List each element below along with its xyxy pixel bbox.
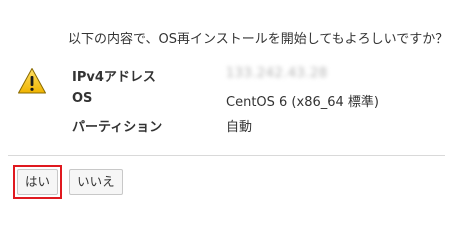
os-value: CentOS 6 (x86_64 標準)	[226, 95, 379, 110]
yes-button[interactable]: はい	[17, 169, 59, 195]
ipv4-value: 133.242.43.28	[226, 66, 328, 81]
detail-row-os: OS CentOS 6 (x86_64 標準)	[72, 91, 432, 116]
button-bar: はい いいえ	[13, 165, 123, 199]
warning-icon	[18, 68, 46, 94]
ipv4-label: IPv4アドレス	[72, 70, 156, 85]
confirmation-message: 以下の内容で、OS再インストールを開始してもよろしいですか？	[68, 32, 449, 47]
partition-value: 自動	[226, 120, 253, 135]
divider	[8, 155, 445, 156]
no-button-wrap: いいえ	[69, 169, 123, 195]
details-list: IPv4アドレス 133.242.43.28 OS CentOS 6 (x86_…	[72, 66, 432, 141]
partition-label: パーティション	[72, 120, 163, 135]
detail-row-partition: パーティション 自動	[72, 116, 432, 141]
os-label: OS	[72, 91, 93, 106]
confirm-dialog: 以下の内容で、OS再インストールを開始してもよろしいですか？ IPv4アドレス …	[0, 0, 453, 206]
no-button[interactable]: いいえ	[69, 169, 123, 195]
detail-row-ipv4: IPv4アドレス 133.242.43.28	[72, 66, 432, 91]
yes-button-highlight: はい	[13, 165, 63, 199]
